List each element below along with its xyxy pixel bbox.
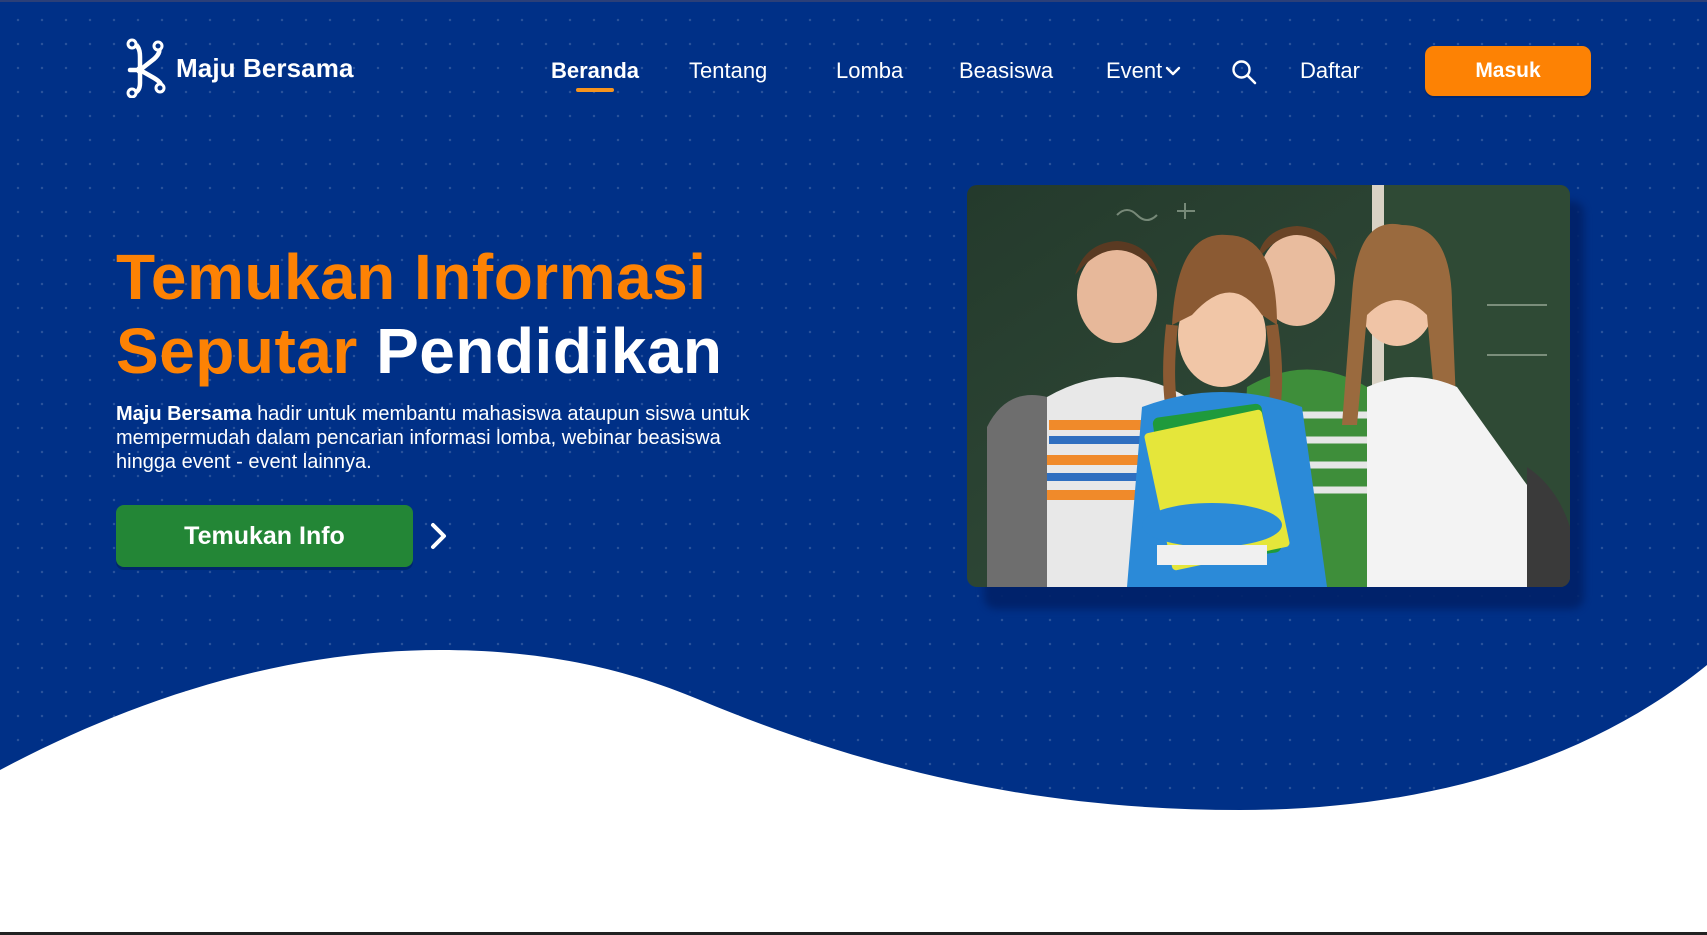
chevron-right-icon[interactable]: [428, 522, 450, 550]
register-link[interactable]: Daftar: [1300, 58, 1360, 84]
headline-white-word: Pendidikan: [376, 315, 723, 387]
search-icon[interactable]: [1231, 59, 1257, 85]
nav-tentang[interactable]: Tentang: [689, 58, 767, 84]
login-button[interactable]: Masuk: [1425, 46, 1591, 96]
nav-beranda[interactable]: Beranda: [551, 58, 639, 84]
description-brand: Maju Bersama: [116, 403, 252, 425]
nav-beasiswa[interactable]: Beasiswa: [959, 58, 1053, 84]
brand-logo[interactable]: Maju Bersama: [124, 38, 354, 98]
students-group-photo: [967, 185, 1570, 587]
find-info-button[interactable]: Temukan Info: [116, 505, 413, 567]
hero-headline: Temukan Informasi Seputar Pendidikan: [116, 240, 722, 388]
nav-event[interactable]: Event: [1106, 58, 1162, 84]
hero-section: Maju Bersama Beranda Tentang Lomba Beasi…: [0, 0, 1707, 935]
active-nav-indicator: [576, 88, 614, 92]
headline-orange-word: Seputar: [116, 315, 358, 387]
nav-lomba[interactable]: Lomba: [836, 58, 903, 84]
network-nodes-logo-icon: [126, 38, 166, 98]
chevron-down-icon[interactable]: [1165, 65, 1181, 77]
hero-description: Maju Bersama hadir untuk membantu mahasi…: [116, 402, 756, 474]
headline-line-1: Temukan Informasi: [116, 241, 707, 313]
navbar: Maju Bersama Beranda Tentang Lomba Beasi…: [0, 0, 1707, 140]
brand-name: Maju Bersama: [176, 52, 354, 83]
